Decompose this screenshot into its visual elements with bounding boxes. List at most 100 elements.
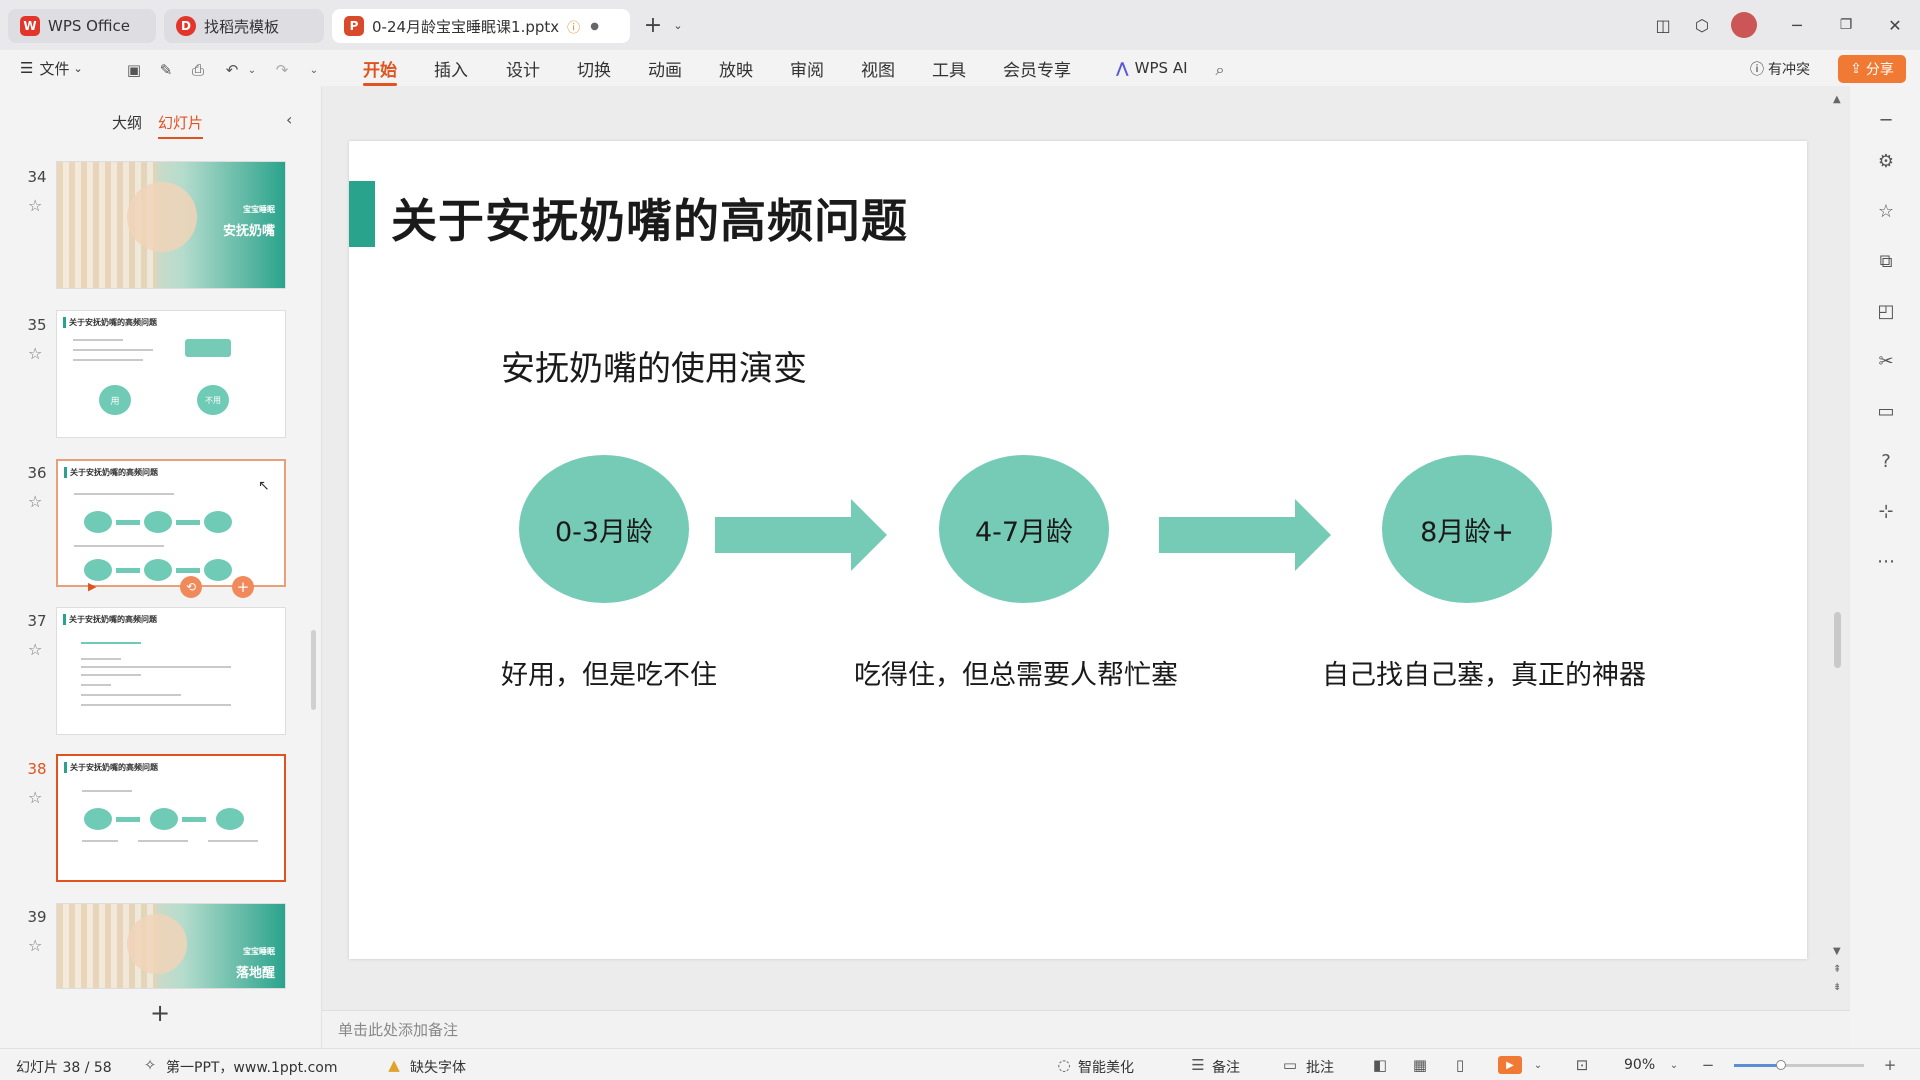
avatar[interactable]	[1731, 12, 1757, 38]
missing-font-button[interactable]: 缺失字体	[410, 1057, 466, 1077]
menu-tools[interactable]: 工具	[932, 54, 966, 82]
chevron-down-icon[interactable]: ⌄	[1664, 1056, 1684, 1074]
thumbnail-scrollbar[interactable]	[311, 630, 316, 710]
stage-circle-1[interactable]: 0-3月龄	[519, 455, 689, 603]
stage-description-3[interactable]: 自己找自己塞，真正的神器	[1322, 653, 1646, 692]
menu-design[interactable]: 设计	[506, 54, 540, 82]
slide-thumbnail-38[interactable]: 关于安抚奶嘴的高频问题	[56, 754, 286, 882]
tab-template-store[interactable]: D 找稻壳模板	[164, 9, 324, 43]
slide-thumbnail-34[interactable]: 宝宝睡眠 安抚奶嘴	[56, 161, 286, 289]
more-icon[interactable]: ⋯	[1874, 549, 1898, 573]
menu-member[interactable]: 会员专享	[1003, 54, 1071, 82]
ai-design-icon[interactable]: ⟲	[180, 576, 202, 598]
notes-button[interactable]: 备注	[1212, 1057, 1240, 1077]
flow-arrow-2[interactable]	[1159, 499, 1331, 571]
zoom-out-icon[interactable]: −	[1698, 1056, 1718, 1074]
unsaved-dot-icon[interactable]: ●	[590, 21, 599, 32]
file-menu[interactable]: ☰ 文件 ⌄	[20, 54, 83, 82]
menu-slideshow[interactable]: 放映	[719, 54, 753, 82]
chevron-down-icon[interactable]: ⌄	[242, 60, 262, 80]
tab-outline[interactable]: 大纲	[112, 112, 142, 133]
add-slide-button[interactable]: +	[150, 999, 170, 1027]
slide-subtitle[interactable]: 安抚奶嘴的使用演变	[501, 341, 807, 390]
editor-scrollbar[interactable]	[1834, 612, 1841, 668]
add-slide-icon[interactable]: +	[232, 576, 254, 598]
new-tab-button[interactable]: +	[642, 13, 664, 38]
redo-icon[interactable]: ↷	[272, 60, 292, 80]
slide-title[interactable]: 关于安抚奶嘴的高频问题	[391, 185, 908, 251]
slide-thumbnail-37[interactable]: 关于安抚奶嘴的高频问题	[56, 607, 286, 735]
theme-name[interactable]: 第一PPT，www.1ppt.com	[166, 1057, 337, 1077]
play-slide-icon[interactable]: ▶	[88, 580, 96, 593]
star-icon[interactable]: ☆	[28, 640, 42, 659]
slide-canvas[interactable]: 关于安抚奶嘴的高频问题 安抚奶嘴的使用演变 0-3月龄 4-7月龄 8月龄+ 好…	[349, 141, 1807, 959]
restore-icon[interactable]: ❐	[1835, 14, 1857, 36]
cube-icon[interactable]: ⬡	[1691, 14, 1713, 36]
tab-current-file[interactable]: P 0-24月龄宝宝睡眠课1.pptx ⓘ ●	[332, 9, 630, 43]
zoom-slider-knob[interactable]	[1775, 1060, 1786, 1070]
conflict-indicator[interactable]: ⓘ 有冲突	[1750, 56, 1810, 82]
comment-button[interactable]: 批注	[1306, 1057, 1334, 1077]
slide-thumbnail-36[interactable]: 关于安抚奶嘴的高频问题	[56, 459, 286, 587]
star-icon[interactable]: ☆	[28, 936, 42, 955]
zoom-in-icon[interactable]: +	[1880, 1056, 1900, 1074]
help-icon[interactable]: ?	[1874, 449, 1898, 473]
reading-view-icon[interactable]: ▯	[1450, 1056, 1470, 1074]
stage-description-1[interactable]: 好用，但是吃不住	[501, 653, 717, 692]
layout-icon[interactable]: ◫	[1652, 14, 1674, 36]
zoom-level[interactable]: 90%	[1624, 1057, 1655, 1073]
scroll-up-icon[interactable]: ▲	[1833, 94, 1841, 105]
menu-home[interactable]: 开始	[363, 54, 397, 86]
thumb-arrow	[116, 568, 140, 573]
next-slide-icon[interactable]: ⇟	[1833, 982, 1841, 993]
share-button[interactable]: ⇪ 分享	[1838, 55, 1906, 83]
menu-animation[interactable]: 动画	[648, 54, 682, 82]
wps-ai-button[interactable]: ⋀ WPS AI	[1116, 54, 1188, 82]
menu-review[interactable]: 审阅	[790, 54, 824, 82]
fit-window-icon[interactable]: ⊡	[1572, 1056, 1592, 1074]
shirt-icon[interactable]: ⊹	[1874, 499, 1898, 523]
star-icon[interactable]: ☆	[28, 492, 42, 511]
menu-insert[interactable]: 插入	[434, 54, 468, 82]
chevron-down-icon[interactable]: ⌄	[667, 14, 689, 36]
prev-slide-icon[interactable]: ⇞	[1833, 964, 1841, 975]
warning-icon[interactable]: ⓘ	[567, 17, 580, 36]
zoom-slider[interactable]	[1734, 1060, 1864, 1070]
adjust-icon[interactable]: ⚙	[1874, 149, 1898, 173]
chevron-down-icon[interactable]: ⌄	[304, 60, 324, 80]
copy-icon[interactable]: ⧉	[1874, 249, 1898, 273]
menu-transition[interactable]: 切换	[577, 54, 611, 82]
star-icon[interactable]: ☆	[28, 788, 42, 807]
close-icon[interactable]: ✕	[1884, 14, 1906, 36]
slide-thumbnail-35[interactable]: 关于安抚奶嘴的高频问题 用 不用	[56, 310, 286, 438]
stage-circle-3[interactable]: 8月龄+	[1382, 455, 1552, 603]
menu-view[interactable]: 视图	[861, 54, 895, 82]
search-icon[interactable]: ⌕	[1210, 60, 1230, 80]
slideshow-play-button[interactable]: ▶	[1498, 1056, 1522, 1074]
tools-icon[interactable]: ✂	[1874, 349, 1898, 373]
stage-description-2[interactable]: 吃得住，但总需要人帮忙塞	[854, 653, 1178, 692]
save-icon[interactable]: ▣	[124, 60, 144, 80]
collapse-panel-icon[interactable]: ‹	[286, 110, 292, 129]
scroll-down-icon[interactable]: ▼	[1833, 946, 1841, 957]
star-icon[interactable]: ☆	[28, 344, 42, 363]
chevron-down-icon[interactable]: ⌄	[1528, 1056, 1548, 1074]
star-icon[interactable]: ☆	[28, 196, 42, 215]
print-preview-icon[interactable]: ⎙	[188, 60, 208, 80]
star-icon[interactable]: ☆	[1874, 199, 1898, 223]
stage-circle-2[interactable]: 4-7月龄	[939, 455, 1109, 603]
tab-wps-office[interactable]: W WPS Office	[8, 9, 156, 43]
notes-area[interactable]: 单击此处添加备注	[322, 1010, 1850, 1048]
smart-beautify-button[interactable]: 智能美化	[1078, 1057, 1134, 1077]
normal-view-icon[interactable]: ◧	[1370, 1056, 1390, 1074]
brush-icon[interactable]: ✎	[156, 60, 176, 80]
minimize-icon[interactable]: ─	[1786, 14, 1808, 36]
undo-icon[interactable]: ↶	[222, 60, 242, 80]
flow-arrow-1[interactable]	[715, 499, 887, 571]
tab-slides[interactable]: 幻灯片	[158, 112, 204, 139]
book-icon[interactable]: ▭	[1874, 399, 1898, 423]
slide-sorter-icon[interactable]: ▦	[1410, 1056, 1430, 1074]
chart-icon[interactable]: ◰	[1874, 299, 1898, 323]
slide-thumbnail-39[interactable]: 宝宝睡眠 落地醒	[56, 903, 286, 989]
collapse-icon[interactable]: ─	[1874, 108, 1898, 132]
